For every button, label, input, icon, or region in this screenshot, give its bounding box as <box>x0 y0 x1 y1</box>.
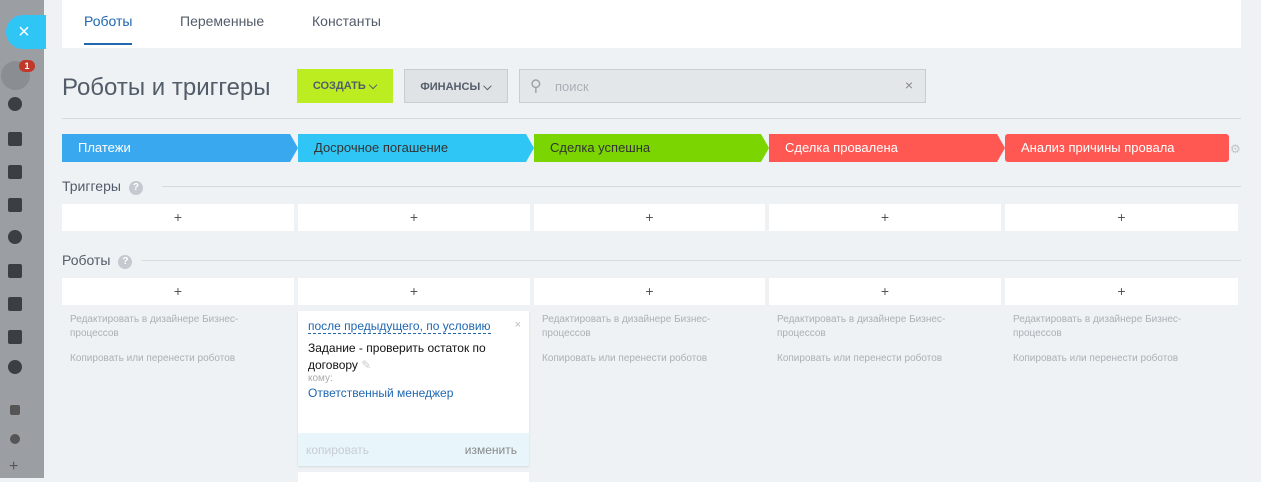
robots-heading: Роботы? <box>62 252 133 269</box>
contact-icon[interactable] <box>8 264 22 278</box>
clear-icon[interactable]: × <box>905 77 913 93</box>
add-robot-button[interactable]: + <box>534 278 765 305</box>
add-trigger-button[interactable]: + <box>1005 204 1238 231</box>
structure-icon[interactable] <box>10 405 20 415</box>
close-icon[interactable]: × <box>6 15 46 49</box>
robot-name: Задание - проверить остаток по договору … <box>308 341 486 372</box>
target-icon[interactable] <box>8 97 22 111</box>
divider <box>62 118 1241 119</box>
plus-icon[interactable]: + <box>9 458 18 476</box>
search-input[interactable]: ⚲ поиск × <box>519 69 926 103</box>
box-icon[interactable] <box>8 330 22 344</box>
search-icon: ⚲ <box>530 78 542 95</box>
task-icon[interactable] <box>8 198 22 212</box>
more-icon[interactable] <box>8 360 22 374</box>
edit-button[interactable]: изменить <box>465 443 517 457</box>
gear-icon[interactable] <box>10 434 20 444</box>
stage-0[interactable]: Платежи <box>62 134 298 162</box>
to-label: кому: <box>308 373 333 384</box>
add-robot-button[interactable]: + <box>1005 278 1238 305</box>
page-title: Роботы и триггеры <box>62 74 271 101</box>
tab-constants[interactable]: Константы <box>312 13 381 29</box>
designer-link[interactable]: Редактировать в дизайнере Бизнес-процесс… <box>542 313 742 341</box>
sync-icon[interactable] <box>8 297 22 311</box>
pencil-icon[interactable]: ✎ <box>361 358 371 372</box>
sites-icon[interactable] <box>8 230 22 244</box>
add-robot-button[interactable]: + <box>769 278 1001 305</box>
add-trigger-button[interactable]: + <box>534 204 765 231</box>
stage-4[interactable]: Анализ причины провала <box>1005 134 1229 162</box>
tab-robots[interactable]: Роботы <box>84 13 133 45</box>
stage-1[interactable]: Досрочное погашение <box>298 134 534 162</box>
designer-link[interactable]: Редактировать в дизайнере Бизнес-процесс… <box>777 313 977 341</box>
category-select[interactable]: ФИНАНСЫ ⌵ <box>404 69 508 103</box>
close-icon[interactable]: × <box>515 319 521 331</box>
designer-link[interactable]: Редактировать в дизайнере Бизнес-процесс… <box>1013 313 1213 341</box>
add-robot-button[interactable]: + <box>62 278 294 305</box>
stage-3[interactable]: Сделка провалена <box>769 134 1005 162</box>
copy-button[interactable]: копировать <box>306 443 369 457</box>
card-footer: копировать изменить <box>298 433 529 466</box>
stage-2[interactable]: Сделка успешна <box>534 134 769 162</box>
responsible-link[interactable]: Ответственный менеджер <box>308 386 453 400</box>
help-icon[interactable]: ? <box>128 181 143 195</box>
triggers-heading: Триггеры? <box>62 178 143 195</box>
window-icon[interactable] <box>8 132 22 146</box>
copy-robots-link[interactable]: Копировать или перенести роботов <box>777 352 977 366</box>
add-trigger-button[interactable]: + <box>769 204 1001 231</box>
robot-card[interactable]: после предыдущего, по условию × Задание … <box>298 311 529 466</box>
robot-card[interactable] <box>298 472 529 482</box>
notification-badge: 1 <box>19 60 35 72</box>
sidebar: × 1 + <box>0 0 46 478</box>
robot-condition-link[interactable]: после предыдущего, по условию <box>308 319 491 334</box>
help-icon[interactable]: ? <box>118 255 133 269</box>
copy-robots-link[interactable]: Копировать или перенести роботов <box>70 352 270 366</box>
divider <box>142 260 1241 261</box>
designer-link[interactable]: Редактировать в дизайнере Бизнес-процесс… <box>70 313 270 341</box>
divider <box>162 186 1241 187</box>
tab-variables[interactable]: Переменные <box>180 13 264 29</box>
tab-bar: Роботы Переменные Константы <box>62 0 1241 48</box>
cart-icon[interactable] <box>8 165 22 179</box>
add-trigger-button[interactable]: + <box>62 204 294 231</box>
copy-robots-link[interactable]: Копировать или перенести роботов <box>1013 352 1213 366</box>
create-button[interactable]: СОЗДАТЬ ⌵ <box>297 69 393 103</box>
copy-robots-link[interactable]: Копировать или перенести роботов <box>542 352 742 366</box>
gear-icon[interactable]: ⚙ <box>1230 142 1241 156</box>
add-robot-button[interactable]: + <box>298 278 530 305</box>
add-trigger-button[interactable]: + <box>298 204 530 231</box>
